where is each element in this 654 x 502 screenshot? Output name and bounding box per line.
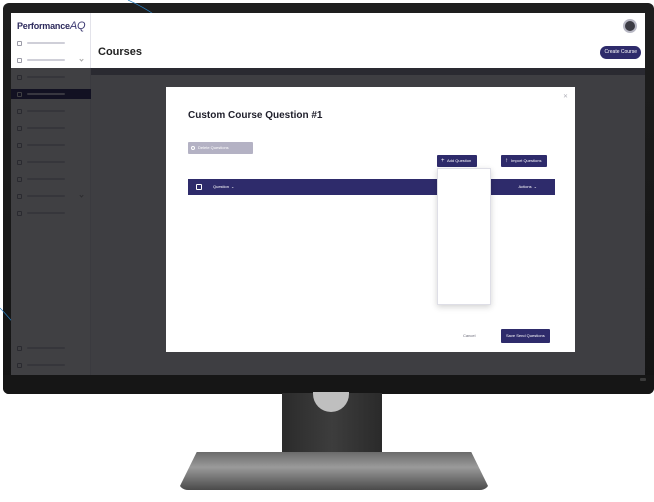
sidebar-item-label: [27, 42, 65, 44]
logo-mark: AQ: [69, 20, 86, 32]
import-questions-button[interactable]: ↑ Import Questions: [501, 155, 548, 167]
sort-icon: ⌄: [533, 184, 537, 189]
sidebar-item[interactable]: [11, 55, 91, 65]
column-question-label: Question: [213, 184, 230, 189]
dropdown-item[interactable]: [438, 229, 490, 244]
app-logo[interactable]: PerformanceAQ: [17, 20, 86, 32]
delete-questions-label: Delete Questions: [198, 145, 229, 150]
dropdown-item[interactable]: [438, 214, 490, 229]
import-questions-label: Import Questions: [511, 158, 542, 163]
page-title: Courses: [98, 46, 143, 58]
dropdown-item[interactable]: [438, 244, 490, 259]
avatar[interactable]: [623, 19, 637, 33]
trash-icon: [191, 146, 195, 150]
question-modal: ✕ Custom Course Question #1 Delete Quest…: [166, 87, 575, 352]
dropdown-item[interactable]: [438, 259, 490, 274]
modal-title: Custom Course Question #1: [188, 110, 323, 121]
save-questions-button[interactable]: Save Send Questions: [501, 329, 550, 343]
sidebar-item-label: [27, 59, 65, 61]
sort-icon: ⌄: [231, 184, 235, 189]
column-header-question[interactable]: Question ⌄: [213, 179, 234, 195]
close-icon[interactable]: ✕: [563, 93, 568, 100]
cancel-button[interactable]: Cancel: [463, 333, 475, 338]
backdrop-toolbar-strip: [91, 68, 645, 75]
home-icon: [17, 40, 22, 46]
dropdown-item[interactable]: [438, 199, 490, 214]
users-icon: [17, 57, 22, 63]
plus-icon: +: [441, 158, 445, 164]
logo-text: Performance: [17, 21, 70, 31]
add-question-label: Add Question: [447, 158, 472, 163]
chevron-down-icon: [79, 57, 84, 62]
upload-icon: ↑: [505, 158, 508, 164]
add-question-button[interactable]: + Add Question: [437, 155, 478, 167]
dropdown-item[interactable]: [438, 169, 490, 184]
table-header: Question ⌄ Actions ⌄: [188, 179, 555, 195]
dropdown-item[interactable]: [438, 289, 490, 304]
column-actions-label: Actions: [518, 184, 532, 189]
dropdown-item[interactable]: [438, 184, 490, 199]
screen: PerformanceAQ Courses Create Course ✕ Cu…: [11, 13, 645, 375]
column-header-actions[interactable]: Actions ⌄: [519, 179, 537, 195]
question-type-dropdown: [437, 168, 491, 305]
topbar: Courses Create Course: [91, 13, 645, 68]
create-course-button[interactable]: Create Course: [600, 46, 641, 59]
dropdown-item[interactable]: [438, 274, 490, 289]
sidebar-item[interactable]: [11, 38, 91, 48]
delete-questions-button: Delete Questions: [188, 142, 253, 154]
select-all-checkbox[interactable]: [196, 184, 202, 190]
